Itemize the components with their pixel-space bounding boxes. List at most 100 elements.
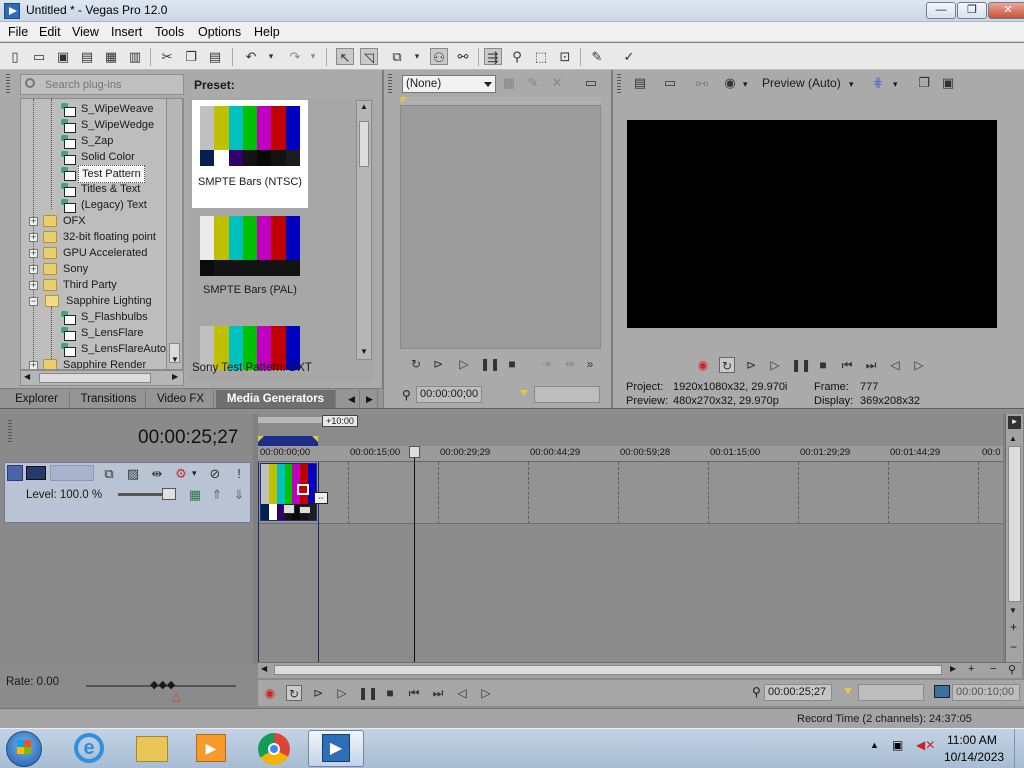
- menu-tools[interactable]: Tools: [155, 25, 184, 39]
- expand-icon[interactable]: +: [29, 217, 38, 226]
- enable-snapping-icon[interactable]: ⧉: [388, 48, 406, 65]
- trim-selection-icon[interactable]: ⇹: [562, 356, 578, 372]
- overlays-icon[interactable]: ◉: [721, 74, 739, 91]
- previous-frame-icon[interactable]: ◁: [454, 685, 470, 701]
- tree-item[interactable]: S_LensFlareAutoT: [21, 341, 173, 357]
- go-to-start-icon[interactable]: ⏮: [406, 685, 422, 701]
- create-subclip-icon[interactable]: ✎: [524, 74, 542, 91]
- maximize-button[interactable]: ❐: [957, 2, 987, 19]
- tree-item[interactable]: S_WipeWeave: [21, 101, 171, 117]
- undo-icon[interactable]: ↶: [242, 48, 260, 65]
- open-folder-icon[interactable]: ▭: [30, 48, 48, 65]
- expand-icon[interactable]: +: [29, 361, 38, 369]
- overlays-dropdown-icon[interactable]: ▾: [743, 79, 748, 90]
- play-from-start-icon[interactable]: ⊳: [430, 356, 446, 372]
- scroll-up-icon[interactable]: ▲: [360, 102, 368, 111]
- save-icon[interactable]: ▣: [54, 48, 72, 65]
- network-icon[interactable]: ▣: [892, 738, 903, 752]
- collapse-track-icon[interactable]: ⇓: [230, 486, 248, 503]
- selection-length-field[interactable]: [858, 684, 924, 701]
- track-motion-icon[interactable]: ⧉: [100, 465, 118, 482]
- external-monitor-icon[interactable]: ▭: [661, 74, 679, 91]
- loop-playback-icon[interactable]: ↻: [408, 356, 424, 372]
- trimmer-ruler[interactable]: [400, 97, 601, 106]
- ignore-event-grouping-icon[interactable]: ⚲: [508, 48, 526, 65]
- tree-item[interactable]: +32-bit floating point: [21, 229, 171, 245]
- tab-video-fx[interactable]: Video FX: [148, 390, 214, 408]
- add-selection-icon[interactable]: ⇥: [538, 356, 554, 372]
- scroll-right-icon[interactable]: ▶: [172, 372, 178, 381]
- trimmer-history-select[interactable]: (None): [402, 75, 496, 93]
- end-time-field[interactable]: 00:00:10;00: [952, 684, 1020, 701]
- file-explorer-icon[interactable]: [136, 736, 168, 762]
- trimmer-view[interactable]: [400, 97, 601, 349]
- undo-dropdown-icon[interactable]: ▾: [262, 48, 280, 65]
- tree-item[interactable]: + GPU Accelerated: [21, 245, 171, 261]
- play-from-start-icon[interactable]: ⊳: [310, 685, 326, 701]
- trimmer-duration-field[interactable]: [534, 386, 600, 403]
- tab-scroll-left-icon[interactable]: ◀: [344, 390, 360, 408]
- grid-dropdown-icon[interactable]: ▾: [893, 79, 898, 90]
- menu-view[interactable]: View: [72, 25, 99, 39]
- loop-playback-icon[interactable]: ↻: [719, 357, 735, 373]
- scroll-thumb[interactable]: [274, 665, 942, 675]
- save-snapshot-icon[interactable]: ▣: [939, 74, 957, 91]
- copy-snapshot-icon[interactable]: ❐: [915, 74, 933, 91]
- go-to-end-icon[interactable]: ⏭: [430, 685, 446, 701]
- go-to-start-icon[interactable]: ⏮: [839, 357, 855, 373]
- paste-icon[interactable]: ▤: [206, 48, 224, 65]
- envelope-tool-icon[interactable]: ◹: [360, 48, 378, 65]
- video-output-fx-icon[interactable]: ▤: [631, 74, 649, 91]
- track-fx-dropdown-icon[interactable]: ▾: [192, 468, 197, 479]
- timeline-horizontal-scrollbar[interactable]: ◀ ▶ + − ⚲: [258, 662, 1022, 678]
- cut-icon[interactable]: ✂: [158, 48, 176, 65]
- properties-icon[interactable]: ▥: [126, 48, 144, 65]
- clock-date[interactable]: 10/14/2023: [944, 750, 1004, 764]
- expand-track-icon[interactable]: ⇑: [208, 486, 226, 503]
- zoom-tool-icon[interactable]: ⚲: [1008, 663, 1016, 676]
- record-icon[interactable]: ◉: [695, 357, 711, 373]
- show-desktop-button[interactable]: [1014, 729, 1024, 768]
- track-level-knob[interactable]: [162, 488, 176, 500]
- tree-item[interactable]: (Legacy) Text: [21, 197, 171, 213]
- marker-bar-icon[interactable]: ▸: [1008, 416, 1021, 429]
- search-plugins-box[interactable]: [20, 74, 184, 95]
- tab-media-generators[interactable]: Media Generators: [216, 390, 336, 408]
- menu-insert[interactable]: Insert: [111, 25, 142, 39]
- vegas-app-icon[interactable]: [4, 3, 20, 19]
- make-compositing-child-icon[interactable]: ⇹: [148, 465, 166, 482]
- whats-this-help-icon[interactable]: ✓: [620, 48, 638, 65]
- scroll-thumb[interactable]: [1008, 446, 1021, 602]
- loop-end-marker-icon[interactable]: [312, 436, 318, 442]
- copy-icon[interactable]: ❐: [182, 48, 200, 65]
- zoom-out-icon[interactable]: −: [1010, 640, 1017, 654]
- pause-icon[interactable]: ❚❚: [358, 685, 378, 701]
- lock-envelopes-icon[interactable]: ⇶: [484, 48, 502, 65]
- tree-item[interactable]: + Sony: [21, 261, 171, 277]
- render-as-icon[interactable]: ▦: [102, 48, 120, 65]
- more-options-icon[interactable]: »: [582, 356, 598, 372]
- mute-icon[interactable]: ⊘: [206, 465, 224, 482]
- menu-edit[interactable]: Edit: [39, 25, 61, 39]
- record-icon[interactable]: ◉: [262, 685, 278, 701]
- new-project-icon[interactable]: ▯: [6, 48, 24, 65]
- tree-horizontal-scrollbar[interactable]: ◀ ▶: [20, 370, 184, 386]
- menu-file[interactable]: File: [8, 25, 28, 39]
- pause-icon[interactable]: ❚❚: [791, 357, 811, 373]
- tab-explorer[interactable]: Explorer: [4, 390, 70, 408]
- next-frame-icon[interactable]: ▷: [478, 685, 494, 701]
- clock-time[interactable]: 11:00 AM: [947, 733, 997, 747]
- preset-smpte-pal[interactable]: SMPTE Bars (PAL): [192, 210, 308, 318]
- auto-crossfade-icon[interactable]: ⚇: [430, 48, 448, 65]
- expand-icon[interactable]: +: [29, 249, 38, 258]
- tree-item[interactable]: S_LensFlare: [21, 325, 171, 341]
- previous-frame-icon[interactable]: ◁: [887, 357, 903, 373]
- stop-icon[interactable]: ■: [504, 356, 520, 372]
- playhead-cursor[interactable]: [414, 446, 415, 662]
- tree-item[interactable]: Solid Color: [21, 149, 171, 165]
- scroll-down-icon[interactable]: ▼: [360, 347, 368, 356]
- timeline-ruler[interactable]: 00:00:00;00 00:00:15;00 00:00:29;29 00:0…: [258, 446, 1003, 462]
- close-button[interactable]: ✕: [988, 2, 1024, 19]
- tree-item[interactable]: + Sapphire Render: [21, 357, 171, 369]
- zoom-in-icon[interactable]: +: [1010, 620, 1017, 634]
